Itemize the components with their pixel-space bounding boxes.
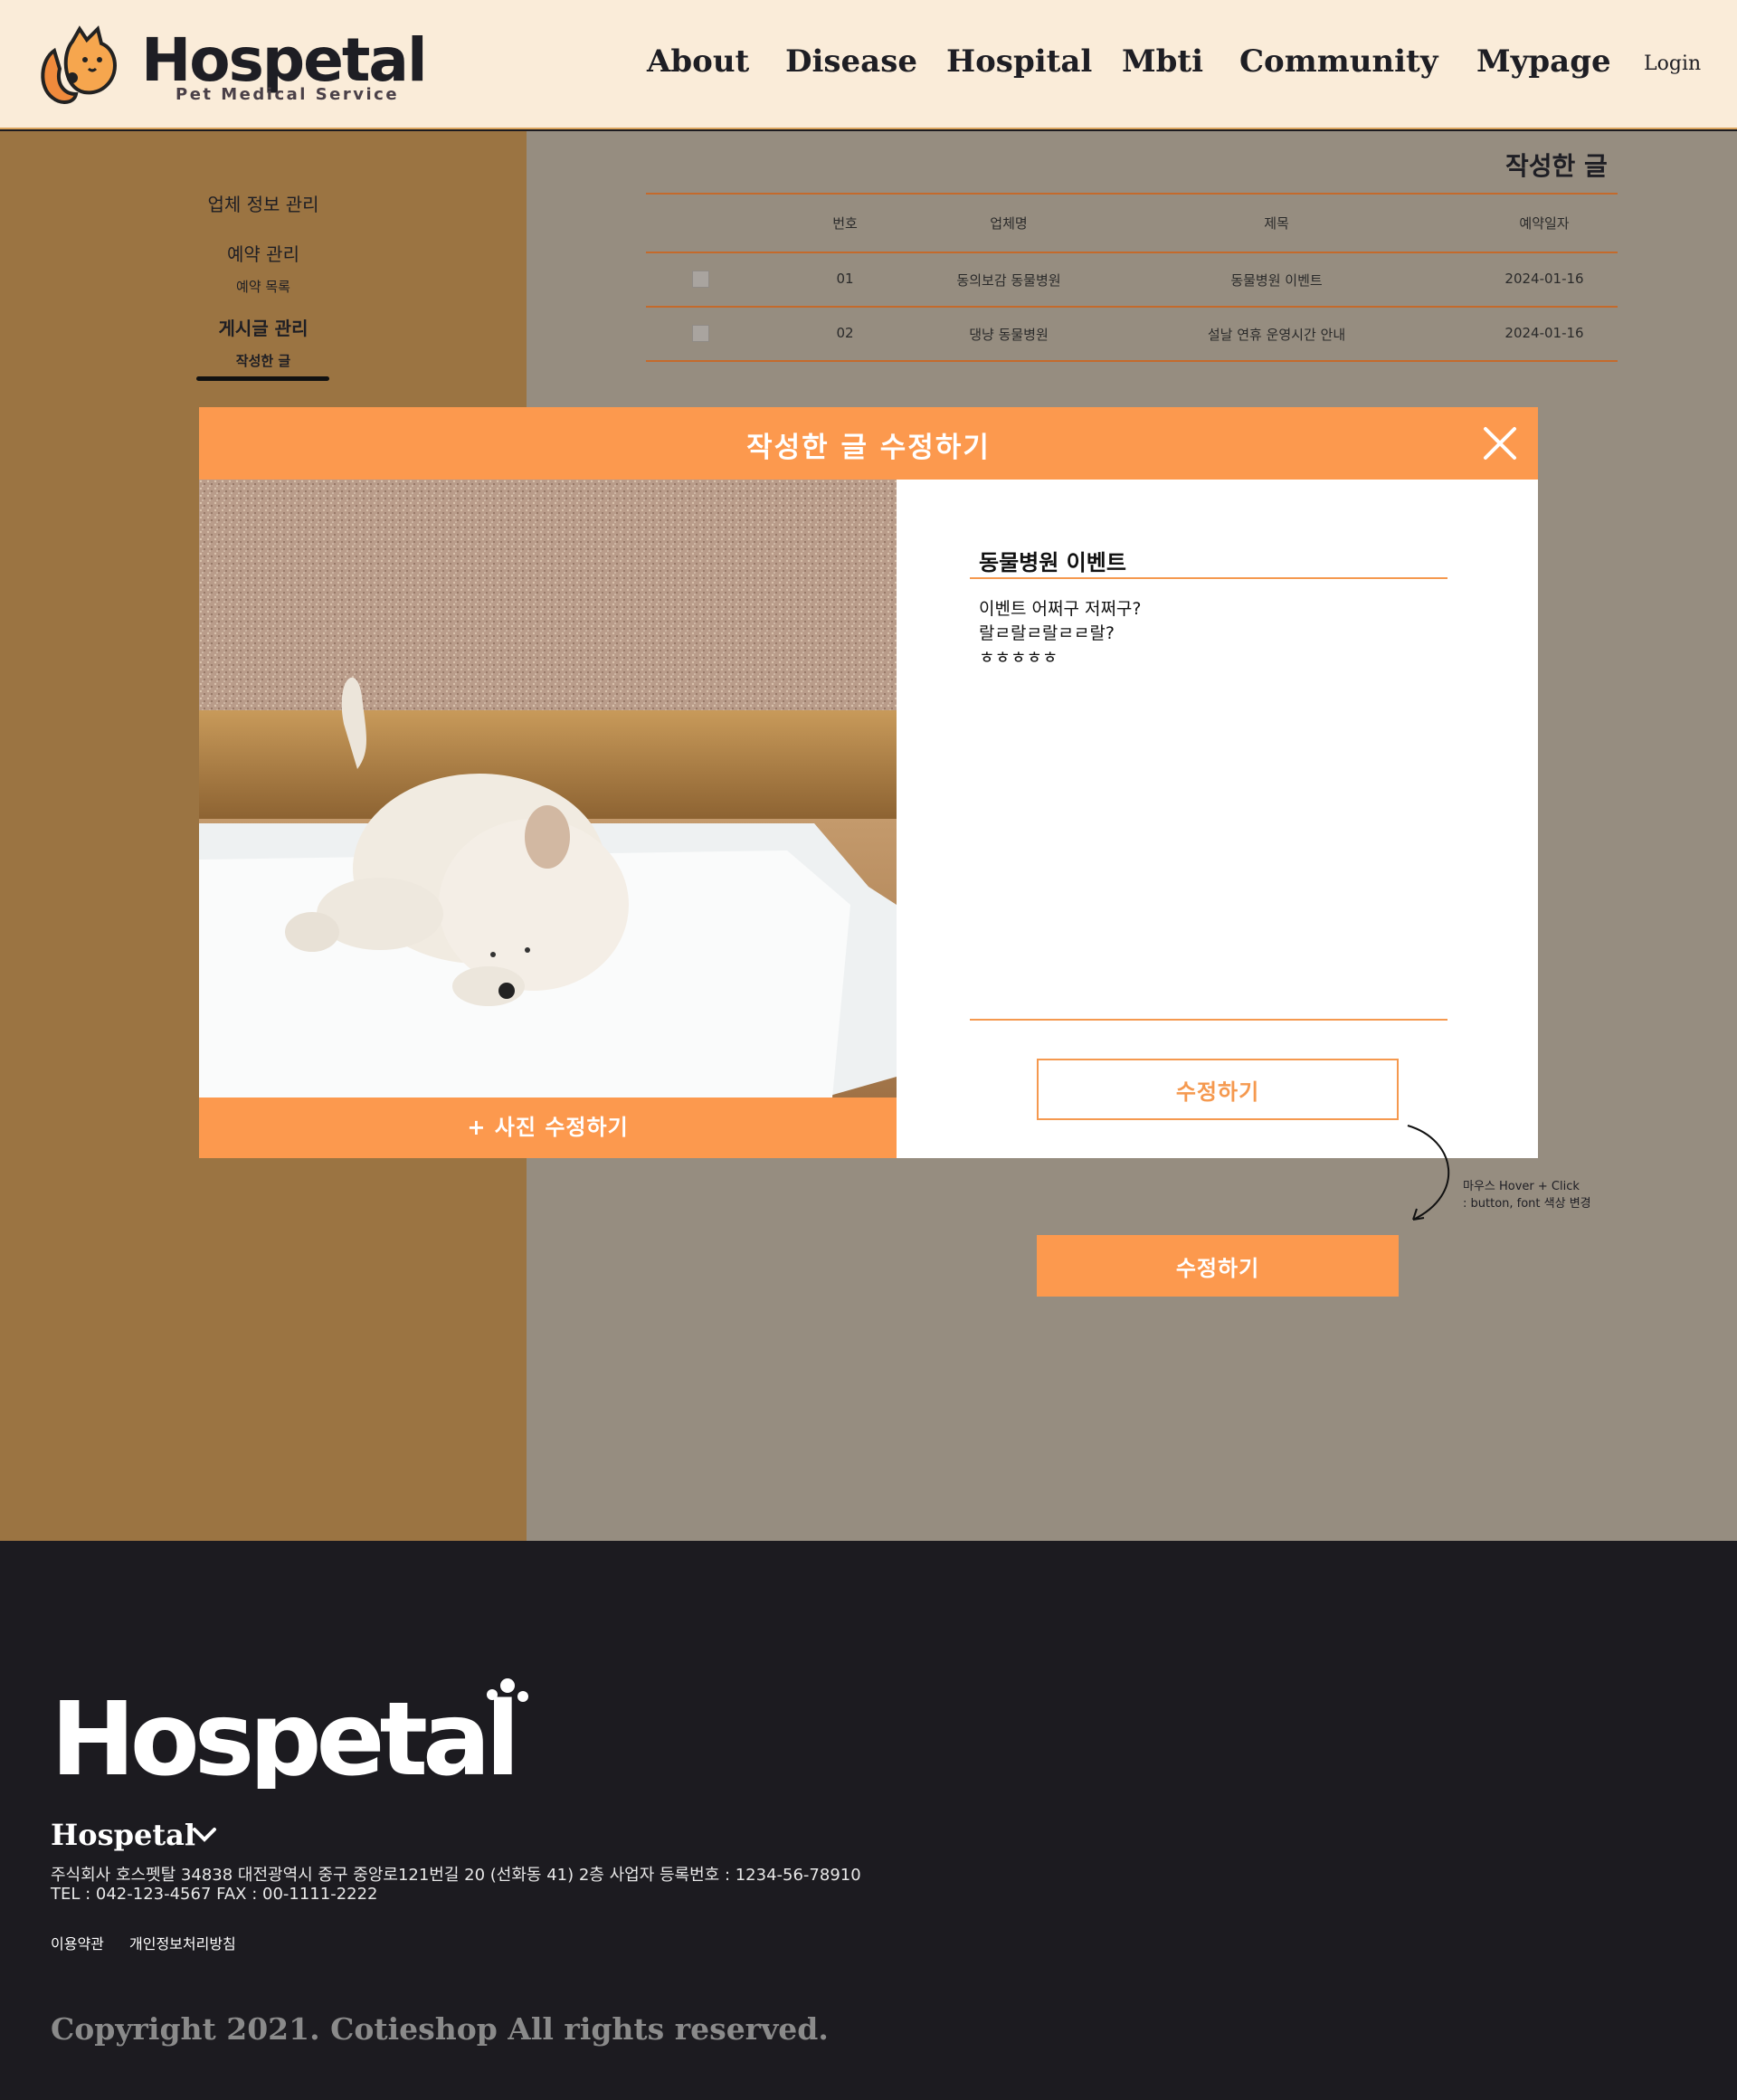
sidebar-item-post-manage[interactable]: 게시글 관리 <box>219 314 308 340</box>
footer-logo-icon[interactable]: Hospetal <box>51 1675 557 1789</box>
submit-edit-button[interactable]: 수정하기 <box>1037 1059 1399 1120</box>
table-cell-date: 2024-01-16 <box>1504 325 1584 341</box>
modal-title: 작성한 글 수정하기 <box>746 432 991 464</box>
hover-note-line: 마우스 Hover + Click <box>1463 1180 1580 1193</box>
modal-header: 작성한 글 수정하기 <box>199 407 1538 480</box>
nav-community[interactable]: Community <box>1239 43 1438 80</box>
dog-photo-image <box>199 480 897 1098</box>
site-header: Hospetal Pet Medical Service About Disea… <box>0 0 1737 129</box>
site-footer: Hospetal Hospetal 주식회사 호스펫탈 34838 대전광역시 … <box>0 1541 1737 2100</box>
close-icon[interactable] <box>1482 425 1518 461</box>
footer-logo-wordmark: Hospetal <box>51 1681 515 1789</box>
footer-company-name[interactable]: Hospetal <box>51 1818 195 1852</box>
active-underline <box>196 376 329 381</box>
column-header-date: 예약일자 <box>1519 215 1570 232</box>
column-header-no: 번호 <box>832 215 858 232</box>
post-title-field[interactable] <box>970 543 1448 579</box>
post-body-field[interactable]: 이벤트 어쩌구 저쩌구? 랄ㄹ랄ㄹ랄ㄹㄹ랄? ㅎㅎㅎㅎㅎ <box>970 597 1448 1021</box>
table-row-border <box>646 360 1618 362</box>
sidebar-item-reservation-manage[interactable]: 예약 관리 <box>227 240 299 266</box>
hover-note: 마우스 Hover + Click : button, font 색상 변경 <box>1463 1178 1591 1212</box>
submit-edit-button-hover[interactable]: 수정하기 <box>1037 1235 1399 1297</box>
row-checkbox[interactable] <box>692 271 709 288</box>
footer-terms-link[interactable]: 이용약관 <box>51 1932 104 1953</box>
nav-disease[interactable]: Disease <box>785 43 917 80</box>
sidebar-subitem-reservation-list[interactable]: 예약 목록 <box>236 277 290 296</box>
column-header-company: 업체명 <box>990 215 1028 232</box>
main-nav: About Disease Hospital Mbti Community My… <box>0 43 1737 89</box>
column-header-subject: 제목 <box>1264 215 1289 232</box>
footer-privacy-link[interactable]: 개인정보처리방침 <box>129 1932 236 1953</box>
nav-mbti[interactable]: Mbti <box>1122 43 1203 80</box>
table-cell-date: 2024-01-16 <box>1504 271 1584 287</box>
table-cell-no: 02 <box>836 325 854 341</box>
table-row-border <box>646 306 1618 308</box>
table-cell-company: 동의보감 동물병원 <box>956 272 1061 289</box>
row-checkbox[interactable] <box>692 325 709 342</box>
table-cell-no: 01 <box>836 271 854 287</box>
footer-contact: TEL : 042-123-4567 FAX : 00-1111-2222 <box>51 1885 378 1904</box>
hover-note-line: : button, font 색상 변경 <box>1463 1197 1591 1211</box>
table-top-border <box>646 193 1618 195</box>
edit-photo-button[interactable]: + 사진 수정하기 <box>199 1098 897 1158</box>
sidebar-subitem-my-posts[interactable]: 작성한 글 <box>236 351 290 370</box>
table-cell-subject[interactable]: 동물병원 이벤트 <box>1230 271 1322 290</box>
sidebar-item-business-info[interactable]: 업체 정보 관리 <box>207 190 318 216</box>
page-title: 작성한 글 <box>1505 151 1608 181</box>
nav-hospital[interactable]: Hospital <box>946 43 1092 80</box>
post-photo <box>199 480 897 1098</box>
nav-mypage[interactable]: Mypage <box>1476 43 1611 80</box>
table-cell-subject[interactable]: 설날 연휴 운영시간 안내 <box>1208 325 1345 344</box>
nav-about[interactable]: About <box>647 43 749 80</box>
login-link[interactable]: Login <box>1644 52 1701 75</box>
table-cell-company: 댕냥 동물병원 <box>969 327 1049 343</box>
table-header-border <box>646 252 1618 253</box>
footer-copyright: Copyright 2021. Cotieshop All rights res… <box>51 2011 829 2047</box>
edit-post-modal: 작성한 글 수정하기 + 사진 수정하기 동물병원 이벤트 이벤트 어쩌구 저쩌… <box>199 407 1538 1158</box>
footer-address: 주식회사 호스펫탈 34838 대전광역시 중구 중앙로121번길 20 (선화… <box>51 1866 861 1885</box>
curved-arrow-icon <box>1407 1125 1449 1221</box>
chevron-down-icon[interactable] <box>192 1825 217 1845</box>
